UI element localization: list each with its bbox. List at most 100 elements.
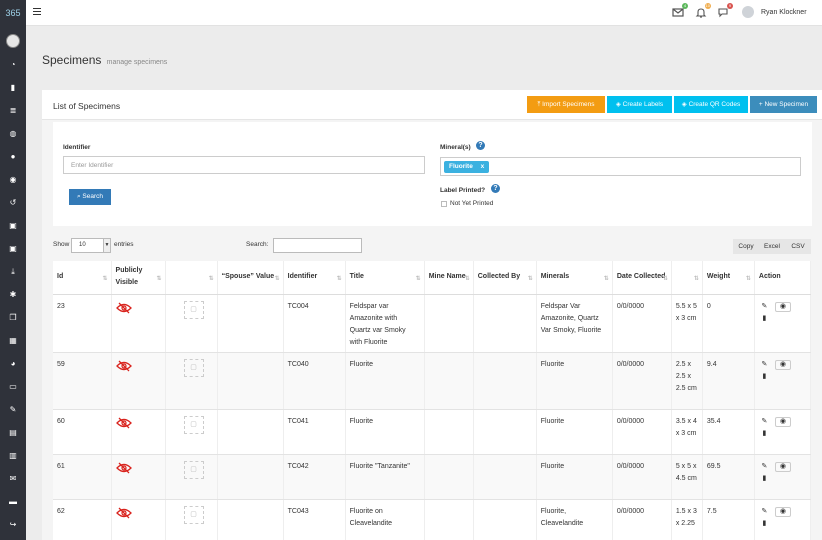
mail-icon[interactable]: ✉ (8, 474, 18, 484)
column-header-size[interactable]: ⇅ (671, 261, 703, 295)
cell-weight: 0 (702, 294, 755, 353)
table-search-input[interactable] (273, 238, 362, 253)
cell-publicly-visible (111, 352, 166, 410)
table-icon[interactable]: ▤ (8, 428, 18, 438)
history-icon[interactable]: ↺ (8, 198, 18, 208)
table-row[interactable]: 62 ▢ TC043 Fluorite on Cleavelandite Fluorit… (53, 499, 812, 540)
edit-pencil-icon[interactable]: ✎ (759, 462, 770, 472)
column-header-minerals[interactable]: Minerals ⇅ (536, 261, 613, 295)
sidebar-avatar[interactable] (6, 34, 20, 48)
cell-collected-by (473, 454, 537, 500)
view-eye-icon[interactable]: ◉ (774, 461, 791, 472)
user-avatar[interactable] (742, 6, 754, 18)
view-eye-icon[interactable]: ◉ (774, 301, 791, 312)
create-qr-codes-button[interactable]: ◈ Create QR Codes (674, 96, 748, 113)
help-icon[interactable]: ? (491, 184, 500, 193)
view-eye-icon[interactable]: ◉ (774, 416, 791, 427)
lock-icon[interactable]: ▣ (8, 221, 18, 231)
copy-icon[interactable]: ❐ (8, 313, 18, 323)
csv-button[interactable]: CSV (785, 239, 811, 254)
cell-mine-name (424, 454, 474, 500)
trash-icon[interactable]: ▮ (759, 372, 770, 382)
search-button[interactable]: ⌕ Search (69, 189, 111, 205)
trash-icon[interactable]: ▮ (759, 519, 770, 529)
dashboard-icon[interactable]: ◔ (8, 60, 18, 70)
column-header-date-collected[interactable]: Date Collected ⇅ (612, 261, 672, 295)
column-header-spouse-value[interactable]: “Spouse” Value ⇅ (217, 261, 284, 295)
column-header-image[interactable]: ⇅ (165, 261, 218, 295)
column-header-id[interactable]: Id ⇅ (53, 261, 112, 295)
download-icon[interactable]: ⤓ (8, 267, 18, 277)
excel-button[interactable]: Excel (759, 239, 785, 254)
settings-icon[interactable]: ✱ (8, 290, 18, 300)
view-eye-icon[interactable]: ◉ (774, 359, 791, 370)
trash-icon[interactable]: ▮ (759, 474, 770, 484)
eye-slash-icon[interactable] (115, 507, 132, 519)
globe-icon[interactable]: ◍ (8, 129, 18, 139)
table-row[interactable]: 61 ▢ TC042 Fluorite "Tanzanite" Fluorite 0/0/… (53, 454, 812, 500)
column-header-publicly-visible[interactable]: Publicly Visible ⇅ (111, 261, 166, 295)
column-header-mine-name[interactable]: Mine Name ⇅ (424, 261, 474, 295)
identifier-input[interactable] (63, 156, 425, 174)
hamburger-menu-icon[interactable] (33, 8, 41, 15)
view-eye-icon[interactable]: ◉ (774, 506, 791, 517)
edit-pencil-icon[interactable]: ✎ (759, 360, 770, 370)
copy-button[interactable]: Copy (733, 239, 759, 254)
trash-icon[interactable]: ▮ (759, 429, 770, 439)
user-icon[interactable]: ● (8, 152, 18, 162)
pie-chart-icon[interactable]: ◕ (8, 359, 18, 369)
panel-title: List of Specimens (53, 101, 121, 111)
app-logo[interactable]: 365 (0, 0, 26, 26)
bell-icon[interactable]: 10 (695, 3, 711, 18)
eye-slash-icon[interactable] (115, 360, 132, 372)
table-row[interactable]: 23 ▢ TC004 Feldspar var Amazonite with Quar… (53, 294, 812, 353)
not-yet-printed-checkbox[interactable] (441, 201, 447, 207)
flag-icon[interactable]: 9 (717, 3, 733, 18)
image-placeholder-icon[interactable]: ▢ (183, 415, 204, 434)
column-header-collected-by[interactable]: Collected By ⇅ (473, 261, 537, 295)
column-header-title[interactable]: Title ⇅ (345, 261, 425, 295)
folder-icon[interactable]: ▬ (8, 497, 18, 507)
eye-slash-icon[interactable] (115, 462, 132, 474)
table-row[interactable]: 59 ▢ TC040 Fluorite Fluorite 0/0/0000 2.5 x 2.… (53, 352, 812, 410)
edit-pencil-icon[interactable]: ✎ (759, 302, 770, 312)
image-placeholder-icon[interactable]: ▢ (183, 460, 204, 479)
import-specimens-button[interactable]: ⤒ Import Specimens (527, 96, 605, 113)
remove-tag-button[interactable]: x (481, 163, 485, 170)
sort-icon: ⇅ (693, 275, 699, 282)
column-header-weight[interactable]: Weight ⇅ (702, 261, 755, 295)
minerals-select[interactable]: Fluorite x (440, 157, 801, 176)
envelope-icon[interactable]: 4 (672, 3, 688, 18)
cell-collected-by (473, 352, 537, 410)
mineral-tag[interactable]: Fluorite x (444, 161, 490, 173)
table-row[interactable]: 60 ▢ TC041 Fluorite Fluorite 0/0/0000 3.5 x 4 … (53, 409, 812, 455)
eye-slash-icon[interactable] (115, 302, 132, 314)
eye-slash-icon[interactable] (115, 417, 132, 429)
user-name[interactable]: Ryan Klockner (761, 9, 807, 16)
create-labels-button[interactable]: ◈ Create Labels (607, 96, 672, 113)
building-icon[interactable]: ▮ (8, 83, 18, 93)
cell-action: ✎ ◉ ▮ (754, 499, 812, 540)
image-placeholder-icon[interactable]: ▢ (183, 505, 204, 524)
cell-weight: 69.5 (702, 454, 755, 500)
image-placeholder-icon[interactable]: ▢ (183, 300, 204, 319)
grid-icon[interactable]: ▦ (8, 336, 18, 346)
list-icon[interactable]: ≣ (8, 106, 18, 116)
column-header-identifier[interactable]: Identifier ⇅ (283, 261, 346, 295)
help-icon[interactable]: ? (476, 141, 485, 150)
edit-pencil-icon[interactable]: ✎ (759, 417, 770, 427)
trash-icon[interactable]: ▮ (759, 314, 770, 324)
label-printed-label: Label Printed? (440, 187, 486, 194)
edit-icon[interactable]: ✎ (8, 405, 18, 415)
cell-publicly-visible (111, 294, 166, 353)
laptop-icon[interactable]: ▭ (8, 382, 18, 392)
notifications-badge: 10 (704, 3, 711, 9)
page-length-select[interactable]: 10 ▼ (71, 238, 111, 253)
edit-pencil-icon[interactable]: ✎ (759, 507, 770, 517)
lock-icon[interactable]: ▣ (8, 244, 18, 254)
share-icon[interactable]: ↪ (8, 520, 18, 530)
new-specimen-button[interactable]: + New Specimen (750, 96, 817, 113)
calendar-icon[interactable]: ▥ (8, 451, 18, 461)
image-placeholder-icon[interactable]: ▢ (183, 358, 204, 377)
users-icon[interactable]: ◉ (8, 175, 18, 185)
